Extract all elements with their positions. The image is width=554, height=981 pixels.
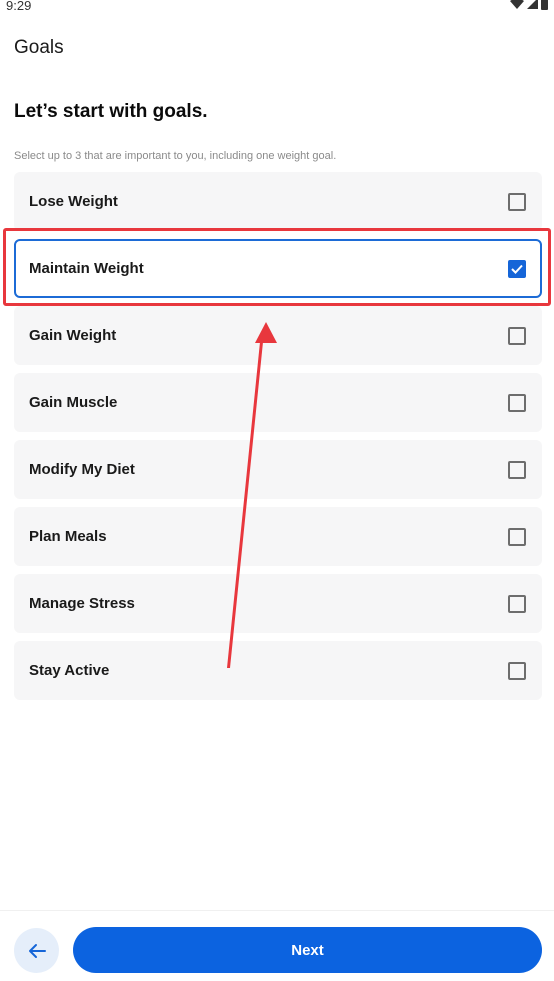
goal-option[interactable]: Maintain Weight (14, 239, 542, 298)
goal-label: Manage Stress (29, 595, 135, 612)
status-icons (510, 0, 548, 10)
goal-option[interactable]: Lose Weight (14, 172, 542, 231)
status-time: 9:29 (6, 0, 32, 13)
page-title: Goals (14, 37, 64, 58)
goal-label: Maintain Weight (29, 260, 144, 277)
battery-icon (541, 0, 548, 10)
goal-option[interactable]: Gain Weight (14, 306, 542, 365)
goal-option[interactable]: Gain Muscle (14, 373, 542, 432)
goal-checkbox[interactable] (508, 393, 526, 412)
goals-headline: Let’s start with goals. (14, 101, 208, 122)
goals-instructions: Select up to 3 that are important to you… (14, 150, 337, 162)
goal-option[interactable]: Modify My Diet (14, 440, 542, 499)
goals-screen: 9:29 Goals Let’s start with goals. Selec… (0, 0, 554, 981)
goal-checkbox[interactable] (508, 192, 526, 211)
status-bar: 9:29 (0, 0, 554, 14)
footer-divider (0, 910, 554, 911)
goal-checkbox[interactable] (508, 527, 526, 546)
goal-label: Modify My Diet (29, 461, 135, 478)
goal-option[interactable]: Plan Meals (14, 507, 542, 566)
goal-checkbox[interactable] (508, 326, 526, 345)
goal-option[interactable]: Stay Active (14, 641, 542, 700)
goal-option[interactable]: Manage Stress (14, 574, 542, 633)
goal-label: Plan Meals (29, 528, 107, 545)
arrow-left-icon (28, 943, 46, 958)
back-button[interactable] (14, 928, 59, 973)
goal-label: Gain Muscle (29, 394, 118, 411)
checkmark-icon (511, 264, 523, 274)
wifi-icon (510, 0, 524, 9)
goal-checkbox[interactable] (508, 460, 526, 479)
goal-checkbox[interactable] (508, 661, 526, 680)
goal-checkbox[interactable] (508, 259, 526, 278)
next-button[interactable]: Next (73, 927, 542, 973)
goal-label: Gain Weight (29, 327, 117, 344)
goal-checkbox[interactable] (508, 594, 526, 613)
goal-label: Lose Weight (29, 193, 118, 210)
goal-label: Stay Active (29, 662, 110, 679)
signal-icon (527, 0, 538, 9)
